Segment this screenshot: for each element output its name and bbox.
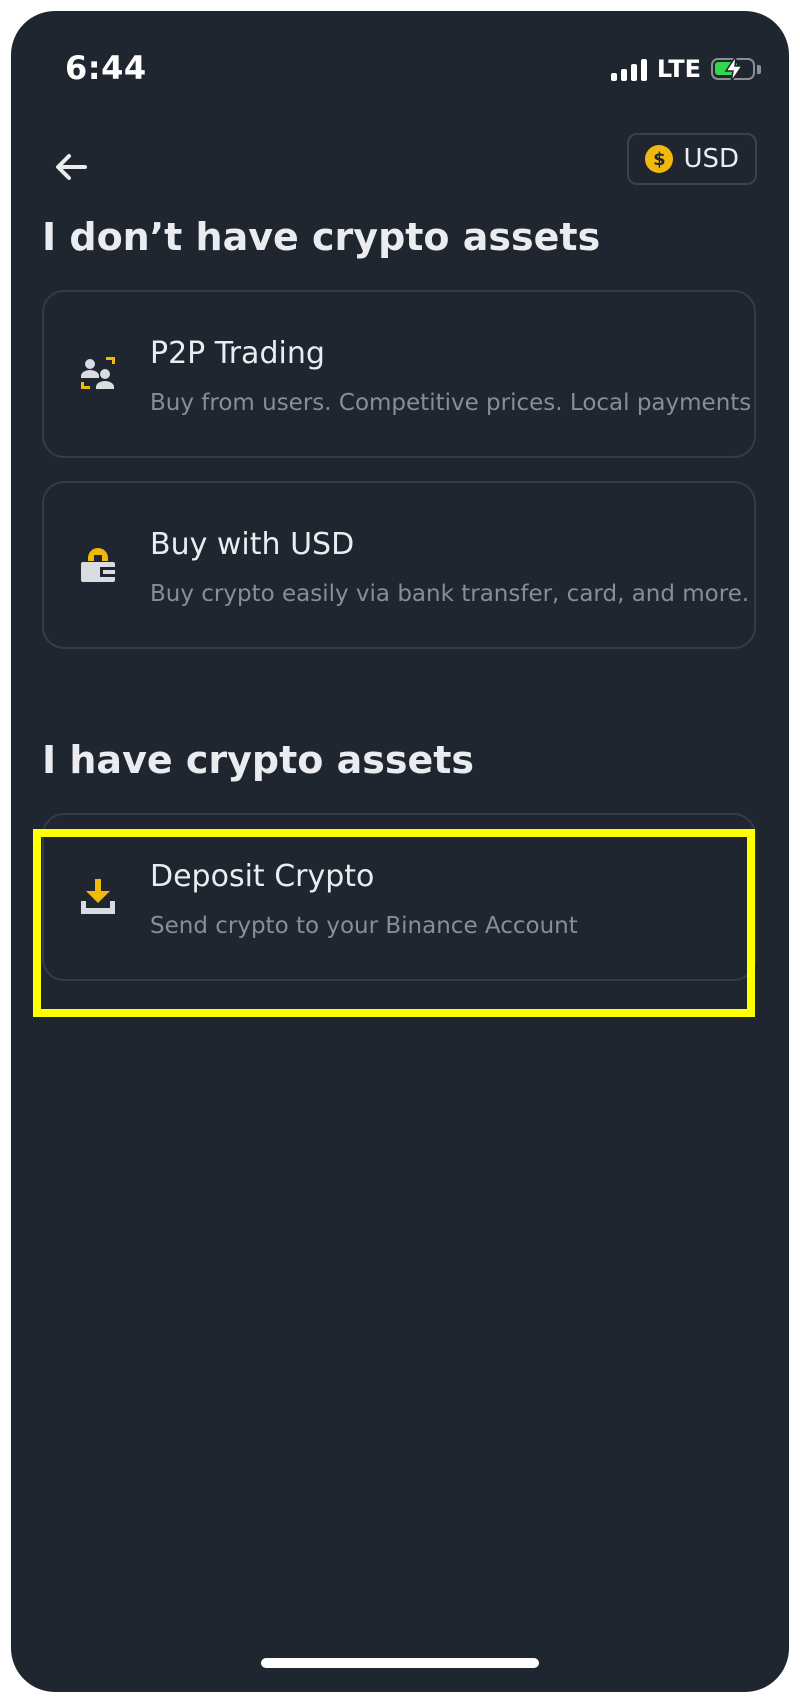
option-title: Buy with USD xyxy=(150,527,355,562)
buy-with-usd-option[interactable]: Buy with USD Buy crypto easily via bank … xyxy=(42,481,756,649)
option-description: Buy from users. Competitive prices. Loca… xyxy=(150,390,752,416)
wallet-lock-icon xyxy=(81,548,115,582)
network-label: LTE xyxy=(656,55,701,83)
back-button[interactable] xyxy=(43,139,99,195)
currency-label: USD xyxy=(683,144,739,174)
section-title-have-assets: I have crypto assets xyxy=(42,738,475,782)
download-icon xyxy=(81,879,115,914)
deposit-crypto-option[interactable]: Deposit Crypto Send crypto to your Binan… xyxy=(42,813,756,981)
battery-icon xyxy=(711,55,755,83)
option-title: Deposit Crypto xyxy=(150,859,375,894)
phone-screen: 6:44 LTE $ USD I don’t have crypto asset… xyxy=(11,11,789,1692)
p2p-users-icon xyxy=(81,357,115,389)
status-indicators: LTE xyxy=(610,55,761,83)
signal-icon xyxy=(610,57,647,81)
home-indicator[interactable] xyxy=(261,1658,539,1668)
currency-selector-button[interactable]: $ USD xyxy=(627,133,757,185)
section-title-no-assets: I don’t have crypto assets xyxy=(42,215,601,259)
battery-nub xyxy=(757,64,761,74)
dollar-coin-icon: $ xyxy=(645,145,674,173)
arrow-left-icon xyxy=(56,154,87,180)
status-time: 6:44 xyxy=(65,49,147,87)
option-description: Send crypto to your Binance Account xyxy=(150,913,578,939)
option-description: Buy crypto easily via bank transfer, car… xyxy=(150,581,750,607)
option-title: P2P Trading xyxy=(150,336,325,371)
p2p-trading-option[interactable]: P2P Trading Buy from users. Competitive … xyxy=(42,290,756,458)
